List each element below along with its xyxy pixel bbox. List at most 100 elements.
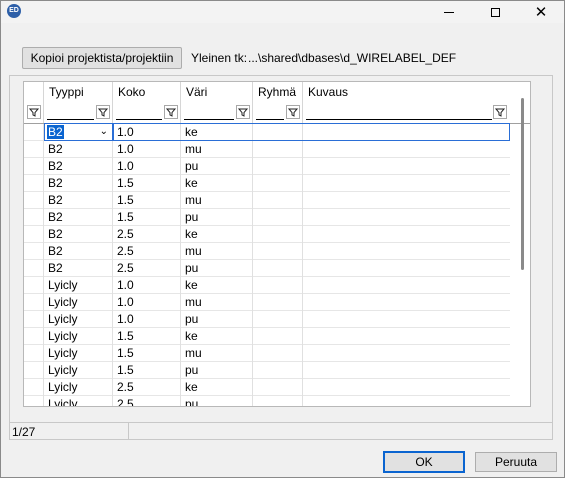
cell-kuvaus[interactable] — [303, 243, 510, 260]
maximize-button[interactable] — [472, 1, 518, 23]
cell-vari[interactable]: ke — [181, 226, 253, 243]
filter-cell-ryhma[interactable] — [253, 102, 303, 123]
cell-ryhma[interactable] — [253, 141, 303, 158]
cell-kuvaus[interactable] — [303, 209, 510, 226]
cell-vari[interactable]: pu — [181, 396, 253, 406]
filter-icon[interactable] — [27, 105, 41, 119]
column-header-koko[interactable]: Koko — [113, 82, 181, 102]
cell-kuvaus[interactable] — [303, 260, 510, 277]
row-selector[interactable] — [24, 158, 44, 175]
cell-vari[interactable]: mu — [181, 345, 253, 362]
close-button[interactable]: ✕ — [518, 1, 564, 23]
table-row[interactable]: Lyicly 1.5 mu — [24, 345, 510, 362]
cell-tyyppi[interactable]: B2 — [44, 192, 113, 209]
type-dropdown-editor[interactable]: B2 ⌄ — [44, 123, 113, 141]
table-row[interactable]: Lyicly 2.5 ke — [24, 379, 510, 396]
cell-kuvaus[interactable] — [303, 311, 510, 328]
cell-ryhma[interactable] — [253, 311, 303, 328]
row-selector[interactable] — [24, 311, 44, 328]
cell-vari[interactable]: mu — [181, 141, 253, 158]
type-dropdown-value[interactable]: B2 — [47, 125, 64, 139]
cell-koko[interactable]: 1.0 — [113, 311, 181, 328]
cell-kuvaus[interactable] — [303, 345, 510, 362]
table-row[interactable]: B2 2.5 ke — [24, 226, 510, 243]
cell-koko[interactable]: 2.5 — [113, 226, 181, 243]
cell-ryhma[interactable] — [253, 345, 303, 362]
table-row[interactable]: B2 1.5 ke — [24, 175, 510, 192]
cell-tyyppi[interactable]: Lyicly — [44, 379, 113, 396]
cell-tyyppi[interactable]: B2 — [44, 175, 113, 192]
row-selector[interactable] — [24, 260, 44, 277]
cell-ryhma[interactable] — [253, 362, 303, 379]
row-selector[interactable] — [24, 243, 44, 260]
row-selector[interactable] — [24, 192, 44, 209]
table-row[interactable]: B2 1.5 pu — [24, 209, 510, 226]
cell-tyyppi[interactable]: B2 — [44, 141, 113, 158]
cell-vari[interactable]: ke — [181, 379, 253, 396]
cell-ryhma[interactable] — [253, 192, 303, 209]
cancel-button[interactable]: Peruuta — [475, 452, 557, 472]
filter-cell-kuvaus[interactable] — [303, 102, 510, 123]
cell-tyyppi[interactable]: Lyicly — [44, 328, 113, 345]
cell-vari[interactable]: pu — [181, 362, 253, 379]
filter-icon[interactable] — [286, 105, 300, 119]
cell-tyyppi[interactable]: B2 — [44, 260, 113, 277]
column-header-ryhma[interactable]: Ryhmä — [253, 82, 303, 102]
row-selector[interactable] — [24, 141, 44, 158]
wirelabel-grid[interactable]: Tyyppi Koko Väri Ryhmä Kuvaus 1.0 ke B2 … — [23, 81, 531, 407]
cell-kuvaus[interactable] — [303, 277, 510, 294]
cell-tyyppi[interactable]: B2 — [44, 243, 113, 260]
cell-vari[interactable]: ke — [181, 277, 253, 294]
table-row[interactable]: Lyicly 1.5 pu — [24, 362, 510, 379]
cell-ryhma[interactable] — [253, 294, 303, 311]
ok-button[interactable]: OK — [383, 451, 465, 473]
column-header-kuvaus[interactable]: Kuvaus — [303, 82, 510, 102]
vertical-scrollbar[interactable] — [518, 98, 526, 358]
table-row[interactable]: B2 1.0 pu — [24, 158, 510, 175]
cell-vari[interactable]: pu — [181, 260, 253, 277]
cell-koko[interactable]: 1.0 — [113, 158, 181, 175]
cell-koko[interactable]: 1.5 — [113, 209, 181, 226]
cell-vari[interactable]: ke — [181, 328, 253, 345]
table-row[interactable]: Lyicly 1.5 ke — [24, 328, 510, 345]
scrollbar-thumb[interactable] — [521, 98, 524, 270]
cell-tyyppi[interactable]: B2 — [44, 209, 113, 226]
cell-ryhma[interactable] — [253, 396, 303, 406]
row-selector[interactable] — [24, 277, 44, 294]
filter-cell-vari[interactable] — [181, 102, 253, 123]
cell-koko[interactable]: 1.0 — [113, 294, 181, 311]
table-row[interactable]: B2 1.5 mu — [24, 192, 510, 209]
cell-koko[interactable]: 1.5 — [113, 362, 181, 379]
column-header-vari[interactable]: Väri — [181, 82, 253, 102]
cell-ryhma[interactable] — [253, 260, 303, 277]
cell-tyyppi[interactable]: Lyicly — [44, 396, 113, 406]
cell-koko[interactable]: 1.5 — [113, 175, 181, 192]
table-row[interactable]: B2 2.5 mu — [24, 243, 510, 260]
cell-koko[interactable]: 2.5 — [113, 379, 181, 396]
cell-koko[interactable]: 2.5 — [113, 260, 181, 277]
row-selector[interactable] — [24, 328, 44, 345]
cell-vari[interactable]: pu — [181, 158, 253, 175]
cell-koko[interactable]: 1.5 — [113, 328, 181, 345]
cell-kuvaus[interactable] — [303, 158, 510, 175]
filter-cell-tyyppi[interactable] — [44, 102, 113, 123]
cell-tyyppi[interactable]: Lyicly — [44, 345, 113, 362]
cell-ryhma[interactable] — [253, 158, 303, 175]
row-selector[interactable] — [24, 175, 44, 192]
cell-ryhma[interactable] — [253, 379, 303, 396]
cell-ryhma[interactable] — [253, 328, 303, 345]
row-selector[interactable] — [24, 124, 44, 141]
cell-kuvaus[interactable] — [303, 192, 510, 209]
cell-ryhma[interactable] — [253, 243, 303, 260]
cell-tyyppi[interactable]: Lyicly — [44, 294, 113, 311]
minimize-button[interactable] — [426, 1, 472, 23]
cell-tyyppi[interactable]: Lyicly — [44, 311, 113, 328]
table-row[interactable]: Lyicly 1.0 ke — [24, 277, 510, 294]
cell-koko[interactable]: 2.5 — [113, 243, 181, 260]
filter-cell-koko[interactable] — [113, 102, 181, 123]
cell-koko[interactable]: 1.0 — [113, 141, 181, 158]
cell-koko[interactable]: 1.5 — [113, 345, 181, 362]
filter-icon[interactable] — [236, 105, 250, 119]
cell-kuvaus[interactable] — [303, 226, 510, 243]
cell-tyyppi[interactable]: Lyicly — [44, 277, 113, 294]
